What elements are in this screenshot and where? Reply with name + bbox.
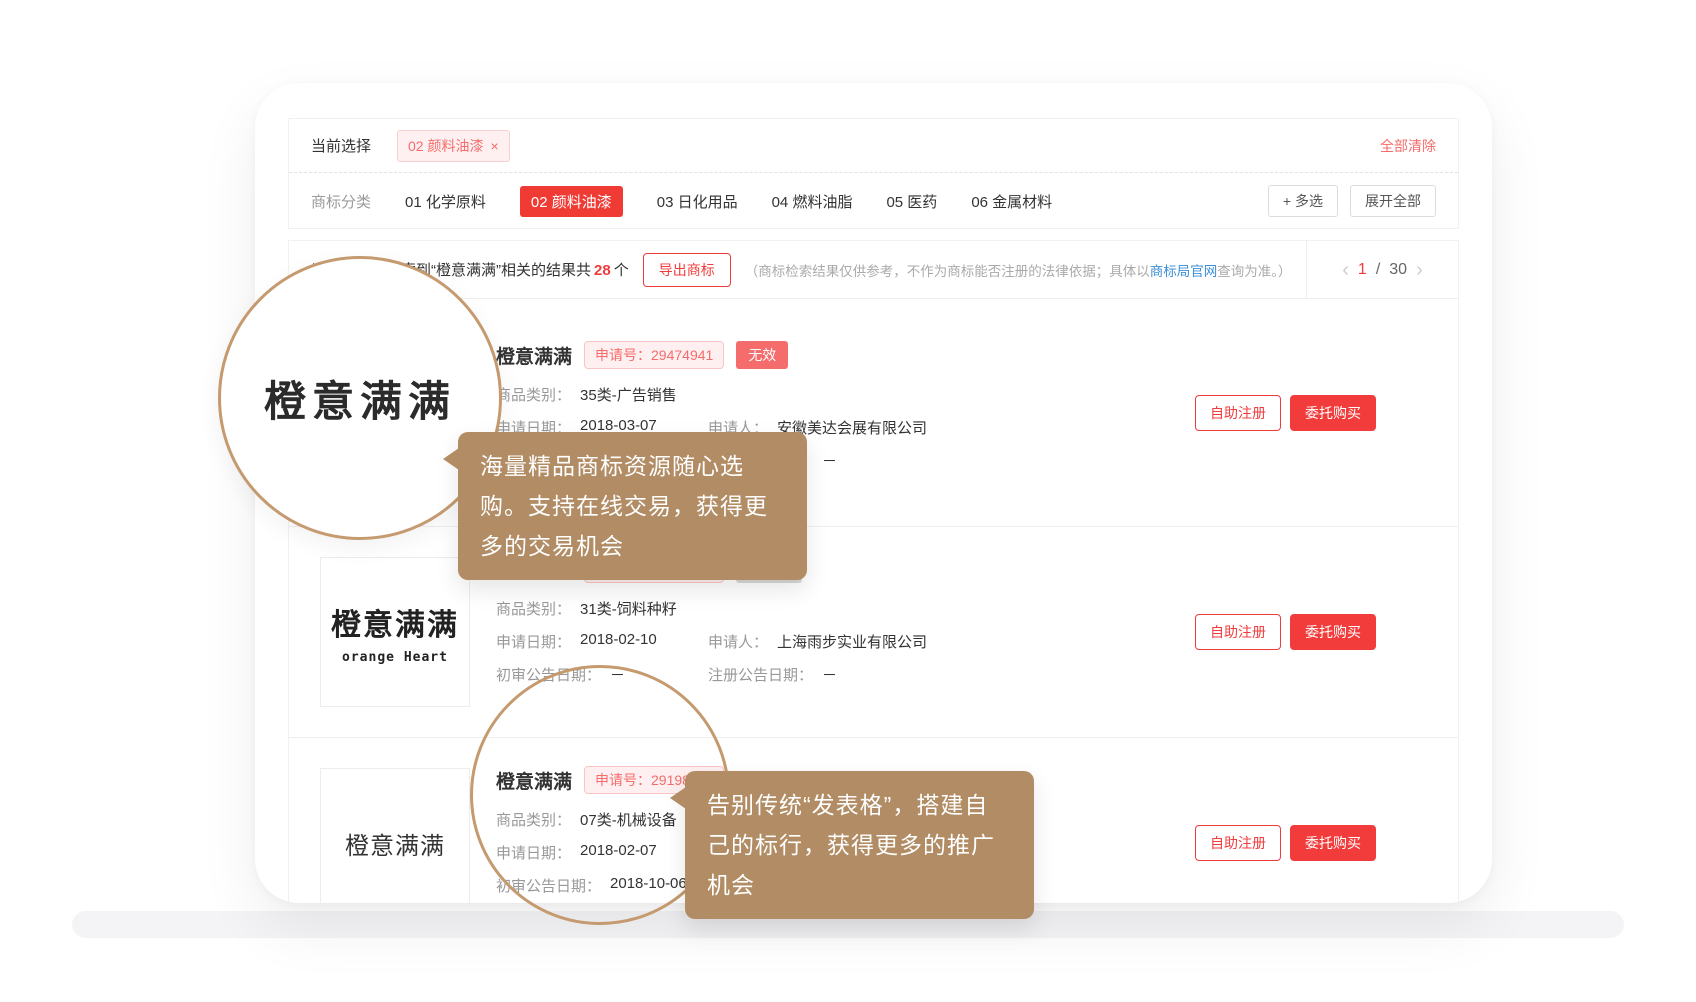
applicant-label: 申请人： bbox=[708, 631, 768, 652]
current-page: 1 bbox=[1358, 261, 1367, 279]
self-register-button[interactable]: 自助注册 bbox=[1195, 395, 1281, 431]
tooltip-promotion: 告别传统“发表格”，搭建自己的标行，获得更多的推广机会 bbox=[685, 771, 1034, 919]
magnified-trademark-text: 橙意满满 bbox=[264, 368, 456, 429]
category-row: 商标分类 01 化学原料 02 颜料油漆 03 日化用品 04 燃料油脂 05 … bbox=[289, 173, 1458, 229]
category-item-02-active[interactable]: 02 颜料油漆 bbox=[520, 186, 623, 217]
page-separator: / bbox=[1376, 261, 1380, 279]
trademark-image: 橙意满满 bbox=[320, 768, 470, 903]
results-header: 当前分类下检索到“橙意满满”相关的结果共28个 导出商标 （商标检索结果仅供参考… bbox=[289, 241, 1458, 298]
current-selection-label: 当前选择 bbox=[311, 135, 371, 156]
selected-filter-tag[interactable]: 02 颜料油漆 × bbox=[397, 130, 510, 162]
category-item-05[interactable]: 05 医药 bbox=[886, 191, 937, 212]
trademark-image: 橙意满满 orange Heart bbox=[320, 557, 470, 707]
entrust-buy-button[interactable]: 委托购买 bbox=[1290, 614, 1376, 650]
row-actions: 自助注册 委托购买 bbox=[1195, 395, 1376, 431]
selected-filter-tag-text: 02 颜料油漆 bbox=[408, 136, 483, 156]
tooltip-text: 海量精品商标资源随心选购。支持在线交易，获得更多的交易机会 bbox=[480, 453, 768, 559]
total-pages: 30 bbox=[1389, 261, 1407, 279]
prev-page-icon[interactable]: ‹ bbox=[1342, 260, 1349, 280]
category-item-04[interactable]: 04 燃料油脂 bbox=[772, 191, 853, 212]
page: 当前选择 02 颜料油漆 × 全部清除 商标分类 01 化学原料 02 颜料油漆… bbox=[0, 0, 1696, 1002]
reg-notice-label: 注册公告日期： bbox=[708, 664, 813, 685]
category-field-label: 商品类别： bbox=[496, 384, 571, 405]
reg-notice-value: － bbox=[822, 450, 837, 471]
applicant-value: 上海雨步实业有限公司 bbox=[777, 631, 927, 652]
category-item-01[interactable]: 01 化学原料 bbox=[405, 191, 486, 212]
entrust-buy-button[interactable]: 委托购买 bbox=[1290, 395, 1376, 431]
row-actions: 自助注册 委托购买 bbox=[1195, 614, 1376, 650]
tooltip-arrow-icon bbox=[670, 787, 686, 809]
tooltip-marketplace: 海量精品商标资源随心选购。支持在线交易，获得更多的交易机会 bbox=[458, 432, 807, 580]
self-register-button[interactable]: 自助注册 bbox=[1195, 614, 1281, 650]
category-field-value: 35类-广告销售 bbox=[580, 384, 677, 405]
status-badge: 无效 bbox=[736, 341, 788, 369]
category-field-value: 31类-饲料种籽 bbox=[580, 598, 677, 619]
category-item-06[interactable]: 06 金属材料 bbox=[971, 191, 1052, 212]
clear-all-button[interactable]: 全部清除 bbox=[1380, 136, 1436, 156]
trademark-office-link[interactable]: 商标局官网 bbox=[1150, 264, 1218, 279]
self-register-button[interactable]: 自助注册 bbox=[1195, 825, 1281, 861]
category-actions: + 多选 展开全部 bbox=[1268, 185, 1436, 217]
trademark-logo-text: 橙意满满 bbox=[331, 600, 459, 644]
category-label: 商标分类 bbox=[311, 191, 371, 212]
disclaimer-text: （商标检索结果仅供参考，不作为商标能否注册的法律依据；具体以商标局官网查询为准。… bbox=[745, 260, 1292, 280]
row-actions: 自助注册 委托购买 bbox=[1195, 825, 1376, 861]
expand-all-button[interactable]: 展开全部 bbox=[1350, 185, 1436, 217]
current-selection-row: 当前选择 02 颜料油漆 × 全部清除 bbox=[289, 119, 1458, 173]
apply-date-label: 申请日期： bbox=[496, 631, 571, 652]
entrust-buy-button[interactable]: 委托购买 bbox=[1290, 825, 1376, 861]
tooltip-arrow-icon bbox=[443, 448, 459, 470]
results-count: 28 bbox=[591, 262, 614, 279]
application-number-tag: 申请号：29474941 bbox=[584, 341, 724, 369]
tooltip-text: 告别传统“发表格”，搭建自己的标行，获得更多的推广机会 bbox=[707, 792, 995, 898]
trademark-logo-subtext: orange Heart bbox=[342, 650, 448, 665]
close-icon[interactable]: × bbox=[490, 139, 498, 153]
next-page-icon[interactable]: › bbox=[1416, 260, 1423, 280]
trademark-logo-text: 橙意满满 bbox=[345, 826, 445, 861]
export-trademarks-button[interactable]: 导出商标 bbox=[643, 253, 731, 287]
trademark-name[interactable]: 橙意满满 bbox=[496, 342, 572, 369]
pagination: ‹ 1 / 30 › bbox=[1306, 241, 1458, 298]
category-item-03[interactable]: 03 日化用品 bbox=[657, 191, 738, 212]
category-field-label: 商品类别： bbox=[496, 598, 571, 619]
apply-date-value: 2018-02-10 bbox=[580, 631, 657, 652]
reg-notice-value: － bbox=[822, 664, 837, 685]
multi-select-button[interactable]: + 多选 bbox=[1268, 185, 1338, 217]
filter-card: 当前选择 02 颜料油漆 × 全部清除 商标分类 01 化学原料 02 颜料油漆… bbox=[288, 118, 1459, 229]
